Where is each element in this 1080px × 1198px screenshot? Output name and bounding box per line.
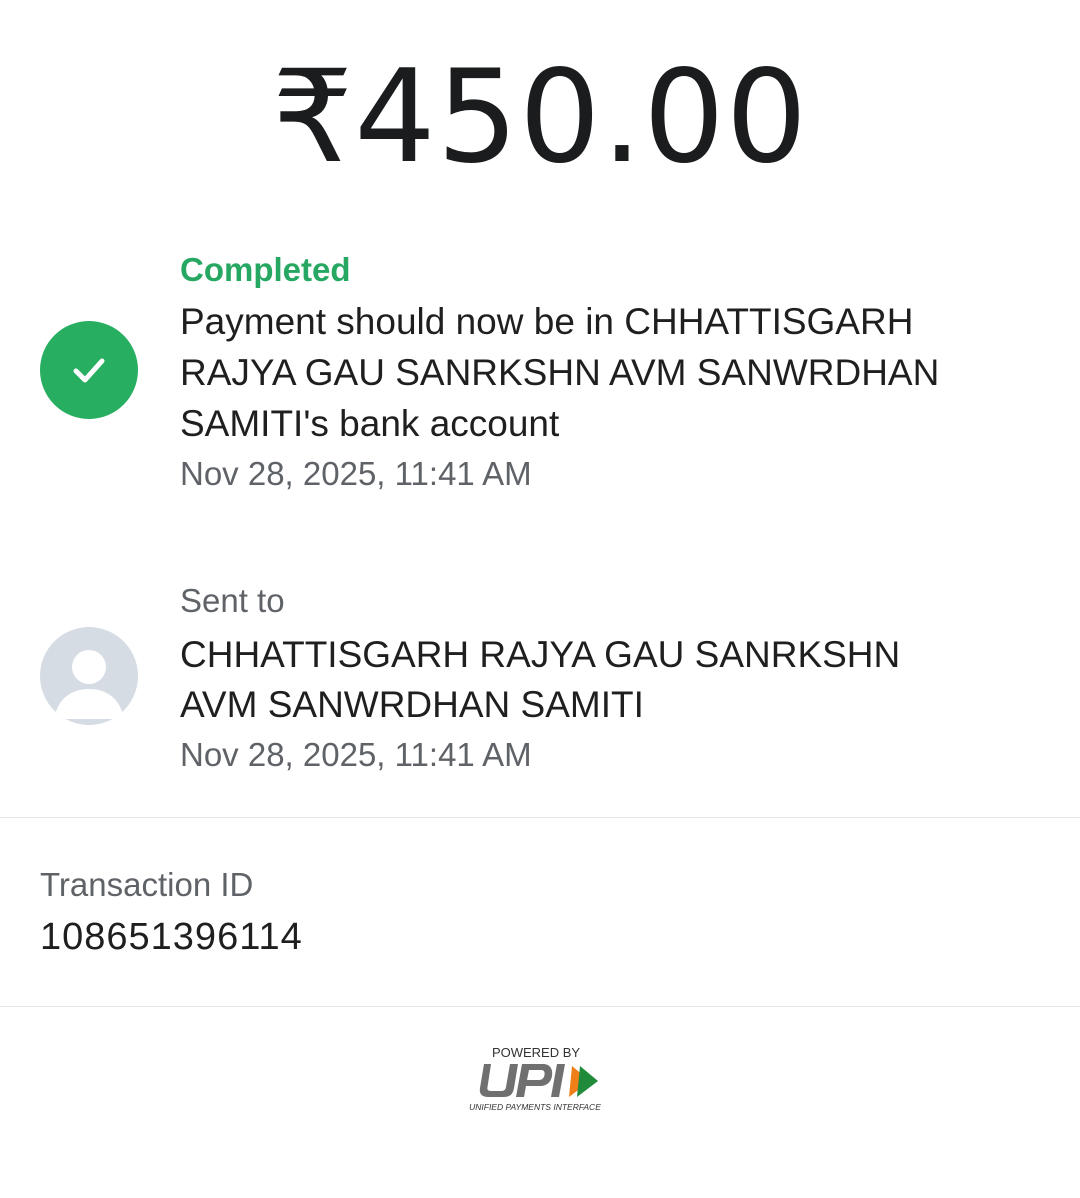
transaction-id-label: Transaction ID	[40, 866, 254, 903]
transaction-id-value[interactable]: 108651396114	[40, 912, 1040, 962]
upi-logo: POWERED BY UNIFIED PAYMENTS INTERFACE	[460, 1044, 620, 1114]
status-message: Payment should now be in CHHATTISGARH RA…	[180, 301, 940, 444]
status-timestamp: Nov 28, 2025, 11:41 AM	[180, 455, 532, 492]
status-label: Completed	[180, 251, 351, 288]
recipient-timestamp: Nov 28, 2025, 11:41 AM	[180, 736, 532, 773]
status-row: Completed Payment should now be in CHHAT…	[0, 250, 1080, 500]
transaction-id-section[interactable]: Transaction ID 108651396114	[40, 864, 1040, 962]
recipient-name: CHHATTISGARH RAJYA GAU SANRKSHN AVM SANW…	[180, 634, 901, 725]
avatar-icon	[40, 627, 138, 725]
payment-amount: ₹450.00	[271, 43, 809, 192]
divider-top	[0, 817, 1080, 818]
sent-to-label: Sent to	[180, 582, 285, 619]
powered-by-text: POWERED BY	[492, 1045, 580, 1060]
recipient-row[interactable]: Sent to CHHATTISGARH RAJYA GAU SANRKSHN …	[0, 580, 1080, 780]
completed-check-icon	[40, 321, 138, 419]
upi-tagline: UNIFIED PAYMENTS INTERFACE	[469, 1102, 601, 1112]
divider-bottom	[0, 1006, 1080, 1007]
